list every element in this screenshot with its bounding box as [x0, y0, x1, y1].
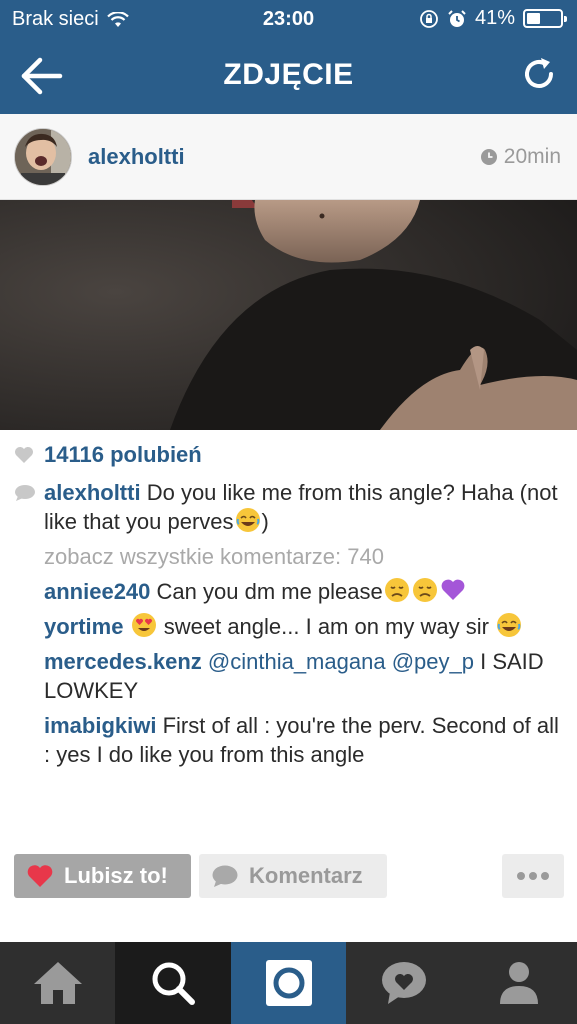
- tab-bar: [0, 942, 577, 1024]
- photo-image: [0, 200, 577, 430]
- tab-search[interactable]: [115, 942, 231, 1024]
- purple-heart-icon: [441, 579, 465, 600]
- avatar-image: [15, 129, 71, 185]
- top-bar: Brak sieci 23:00 41% ZDJĘCIE: [0, 0, 577, 114]
- comment-bubble-icon: [212, 865, 238, 887]
- more-dots-icon: [517, 872, 549, 880]
- comment-text: sweet angle... I am on my way sir: [163, 614, 489, 639]
- like-button-label: Lubisz to!: [64, 863, 168, 888]
- battery-fill: [527, 13, 541, 24]
- disappointed-emoji-icon: [412, 578, 437, 602]
- comment-bubble-icon: [15, 485, 35, 501]
- comment-username[interactable]: yortime: [44, 614, 123, 639]
- post-photo[interactable]: [0, 200, 577, 430]
- comment-text: Can you dm me please: [156, 579, 383, 604]
- likes-row[interactable]: 14116 polubień: [14, 442, 202, 468]
- comment-username[interactable]: mercedes.kenz: [44, 649, 202, 674]
- likes-count: 14116 polubień: [44, 442, 202, 467]
- caption: alexholtti Do you like me from this angl…: [44, 478, 569, 536]
- tab-home[interactable]: [0, 942, 115, 1024]
- comment-mention[interactable]: @cinthia_magana: [208, 649, 386, 674]
- like-button[interactable]: Lubisz to!: [14, 854, 191, 898]
- page-title: ZDJĘCIE: [223, 58, 354, 91]
- tab-profile[interactable]: [461, 942, 577, 1024]
- post-username[interactable]: alexholtti: [88, 144, 185, 170]
- search-icon: [152, 962, 195, 1005]
- caption-username[interactable]: alexholtti: [44, 480, 141, 505]
- see-all-comments-link[interactable]: zobacz wszystkie komentarze: 740: [44, 542, 569, 571]
- comment-item: mercedes.kenz @cinthia_magana @pey_p I S…: [44, 647, 569, 705]
- time-ago-label: 20min: [503, 145, 561, 168]
- heart-icon: [27, 865, 53, 887]
- clock-icon: [480, 149, 497, 165]
- tab-camera[interactable]: [231, 942, 346, 1024]
- heart-icon: [15, 447, 33, 463]
- comment-username[interactable]: imabigkiwi: [44, 713, 156, 738]
- heart-eyes-emoji-icon: [131, 613, 156, 637]
- comment-button[interactable]: Komentarz: [199, 854, 387, 898]
- comment-item: anniee240 Can you dm me please: [44, 577, 569, 606]
- profile-icon: [500, 962, 538, 1004]
- refresh-icon[interactable]: [519, 54, 559, 94]
- laughing-emoji-icon: [235, 508, 260, 532]
- status-right: 41%: [419, 7, 567, 30]
- tab-activity[interactable]: [346, 942, 461, 1024]
- rotation-lock-icon: [420, 9, 438, 28]
- comment-username[interactable]: anniee240: [44, 579, 150, 604]
- home-icon: [33, 962, 82, 1004]
- comments-list: alexholtti Do you like me from this angl…: [44, 478, 569, 775]
- post-actions: Lubisz to! Komentarz: [14, 854, 564, 898]
- caption-text-end: ): [261, 509, 269, 534]
- activity-icon: [381, 962, 426, 1004]
- comment-item: imabigkiwi First of all : you're the per…: [44, 711, 569, 769]
- comment-button-label: Komentarz: [249, 863, 363, 888]
- more-options-button[interactable]: [502, 854, 564, 898]
- camera-icon: [265, 960, 312, 1006]
- alarm-icon: [448, 9, 466, 27]
- post-header: alexholtti 20min: [0, 114, 577, 200]
- disappointed-emoji-icon: [384, 578, 409, 602]
- post-time: 20min: [480, 145, 561, 169]
- battery-icon: [523, 9, 567, 28]
- comment-mention[interactable]: @pey_p: [392, 649, 474, 674]
- battery-percent: 41%: [474, 7, 515, 29]
- laughing-emoji-icon: [497, 613, 522, 637]
- status-bar: Brak sieci 23:00 41%: [0, 0, 577, 38]
- nav-bar: ZDJĘCIE: [0, 38, 577, 114]
- comment-item: yortime sweet angle... I am on my way si…: [44, 612, 569, 641]
- avatar[interactable]: [14, 128, 72, 186]
